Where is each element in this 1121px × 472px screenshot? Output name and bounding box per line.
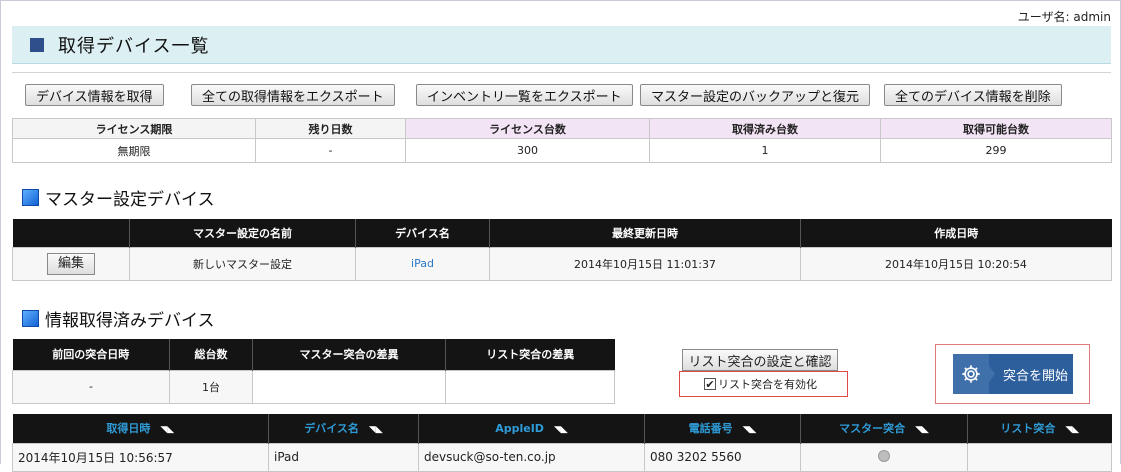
sort-header-list[interactable]: リスト突合 ◥◣ xyxy=(967,414,1112,443)
status-dot-icon xyxy=(878,449,890,462)
enable-list-option[interactable]: ✔ リスト突合を有効化 xyxy=(679,371,848,397)
sort-arrow-icon[interactable]: ◥◣ xyxy=(1065,425,1079,435)
backup-restore-button[interactable]: マスター設定のバックアップと復元 xyxy=(640,84,871,106)
sort-arrow-icon[interactable]: ◥◣ xyxy=(160,425,174,435)
master-header: マスター設定の名前 xyxy=(129,219,356,247)
info-section-title-text: 情報取得済みデバイス xyxy=(45,311,215,331)
header-label: リスト突合 xyxy=(1000,422,1056,436)
info-section-title: 情報取得済みデバイス xyxy=(22,306,215,331)
summary-value xyxy=(445,369,615,404)
sort-header-master[interactable]: マスター突合 ◥◣ xyxy=(800,414,968,443)
master-header xyxy=(12,219,130,247)
enable-list-label: リスト突合を有効化 xyxy=(718,378,817,391)
delete-all-button[interactable]: 全てのデバイス情報を削除 xyxy=(884,84,1062,106)
header-label: マスター突合 xyxy=(839,422,906,436)
license-header: ライセンス期限 xyxy=(12,118,256,139)
user-label: ユーザ名: admin xyxy=(1017,10,1111,24)
master-header: デバイス名 xyxy=(355,219,490,247)
export-all-button[interactable]: 全ての取得情報をエクスポート xyxy=(191,84,395,106)
row-device[interactable]: iPad xyxy=(268,442,419,472)
summary-value xyxy=(252,369,446,404)
header-label: AppleID xyxy=(495,421,544,435)
device-list-table: 取得日時 ◥◣ デバイス名 ◥◣ AppleID ◥◣ 電話番号 ◥◣ マスター突合 ◥◣… xyxy=(12,414,1112,472)
license-header: ライセンス台数 xyxy=(405,118,650,139)
license-header: 取得済み台数 xyxy=(649,118,881,139)
start-matching-label: 突合を開始 xyxy=(1003,368,1069,384)
sort-header-date[interactable]: 取得日時 ◥◣ xyxy=(12,414,269,443)
master-created-cell: 2014年10月15日 10:20:54 xyxy=(800,246,1112,281)
edit-button[interactable]: 編集 xyxy=(46,252,95,275)
master-device-link[interactable]: iPad xyxy=(355,246,490,281)
sort-header-appleid[interactable]: AppleID ◥◣ xyxy=(418,414,645,443)
export-inventory-button[interactable]: インベントリ一覧をエクスポート xyxy=(416,84,633,106)
header-label: 取得日時 xyxy=(106,422,151,436)
section-square-icon xyxy=(22,310,39,327)
license-table: ライセンス期限 残り日数 ライセンス台数 取得済み台数 取得可能台数 無期限 -… xyxy=(12,118,1112,163)
button-notch xyxy=(989,366,995,382)
master-section-title-text: マスター設定デバイス xyxy=(45,190,215,210)
master-table: マスター設定の名前 デバイス名 最終更新日時 作成日時 編集 新しいマスター設定… xyxy=(12,219,1112,281)
master-name-cell: 新しいマスター設定 xyxy=(129,246,356,281)
enable-list-checkbox[interactable]: ✔ xyxy=(704,378,716,390)
row-phone: 080 3202 5560 xyxy=(644,442,801,472)
license-value: 1 xyxy=(649,138,881,163)
table-row[interactable]: 2014年10月15日 10:56:57 iPad devsuck@so-ten… xyxy=(12,442,1112,472)
license-value: 無期限 xyxy=(12,138,256,163)
title-bar: 取得デバイス一覧 xyxy=(12,26,1111,64)
master-header: 作成日時 xyxy=(800,219,1112,247)
page-title: 取得デバイス一覧 xyxy=(58,35,210,57)
master-header: 最終更新日時 xyxy=(489,219,801,247)
summary-header: リスト突合の差異 xyxy=(445,339,615,370)
section-square-icon xyxy=(22,189,39,206)
row-appleid: devsuck@so-ten.co.jp xyxy=(418,442,645,472)
edit-cell: 編集 xyxy=(12,246,130,281)
summary-header: マスター突合の差異 xyxy=(252,339,446,370)
license-value: - xyxy=(255,138,406,163)
summary-header: 総台数 xyxy=(169,339,253,370)
summary-header: 前回の突合日時 xyxy=(12,339,170,370)
row-list-status xyxy=(967,442,1112,472)
sort-header-phone[interactable]: 電話番号 ◥◣ xyxy=(644,414,801,443)
license-header: 取得可能台数 xyxy=(880,118,1112,139)
fetch-device-info-button[interactable]: デバイス情報を取得 xyxy=(25,84,164,106)
gear-icon xyxy=(953,354,989,394)
title-square-icon xyxy=(30,37,44,52)
sort-arrow-icon[interactable]: ◥◣ xyxy=(554,425,568,435)
summary-table: 前回の突合日時 総台数 マスター突合の差異 リスト突合の差異 - 1台 xyxy=(12,339,615,404)
sort-header-device[interactable]: デバイス名 ◥◣ xyxy=(268,414,419,443)
row-master-status xyxy=(800,442,968,472)
sort-arrow-icon[interactable]: ◥◣ xyxy=(743,425,757,435)
header-label: デバイス名 xyxy=(304,422,359,436)
start-highlight: 突合を開始 xyxy=(935,344,1090,404)
master-section-title: マスター設定デバイス xyxy=(22,185,215,210)
divider xyxy=(12,72,1111,73)
start-matching-button[interactable]: 突合を開始 xyxy=(953,354,1073,394)
license-value: 299 xyxy=(880,138,1112,163)
master-updated-cell: 2014年10月15日 11:01:37 xyxy=(489,246,801,281)
row-date: 2014年10月15日 10:56:57 xyxy=(12,442,269,472)
license-value: 300 xyxy=(405,138,650,163)
sort-arrow-icon[interactable]: ◥◣ xyxy=(369,425,383,435)
header-label: 電話番号 xyxy=(688,422,733,436)
license-header: 残り日数 xyxy=(255,118,406,139)
summary-value: - xyxy=(12,369,170,404)
sort-arrow-icon[interactable]: ◥◣ xyxy=(915,425,929,435)
summary-value: 1台 xyxy=(169,369,253,404)
list-settings-button[interactable]: リスト突合の設定と確認 xyxy=(682,349,838,371)
